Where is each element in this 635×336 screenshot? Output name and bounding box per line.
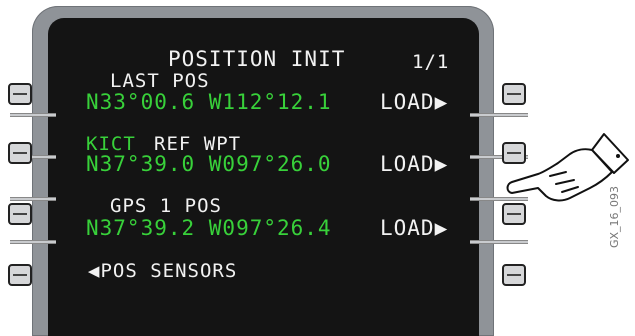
- left-line-select-key-1[interactable]: [8, 83, 32, 105]
- load-prompt-2[interactable]: LOAD▶: [380, 154, 448, 175]
- right-arrow-icon: ▶: [434, 152, 449, 176]
- load-prompt-3[interactable]: LOAD▶: [380, 218, 448, 239]
- left-line-select-key-2[interactable]: [8, 142, 32, 164]
- right-line-select-key-3[interactable]: [502, 203, 526, 225]
- right-arrow-icon: ▶: [434, 90, 449, 114]
- left-key-divider: [10, 240, 56, 244]
- page-indicator: 1/1: [412, 51, 450, 73]
- left-line-select-key-3[interactable]: [8, 203, 32, 225]
- left-arrow-icon: ◀: [88, 260, 101, 282]
- left-key-divider: [10, 197, 56, 201]
- figure-id: GX_16_093: [608, 185, 621, 248]
- pos-sensors-prompt[interactable]: ◀POS SENSORS: [88, 262, 237, 281]
- row-value-gps-pos: N37°39.2 W097°26.4: [86, 216, 332, 240]
- page-title: POSITION INIT: [168, 47, 346, 71]
- left-line-select-key-4[interactable]: [8, 264, 32, 286]
- row-value-last-pos: N33°00.6 W112°12.1: [86, 90, 332, 114]
- right-line-select-key-4[interactable]: [502, 264, 526, 286]
- right-arrow-icon: ▶: [434, 216, 449, 240]
- row-label-last-pos: LAST POS: [110, 70, 210, 92]
- row-label-gps-pos: GPS 1 POS: [110, 195, 222, 217]
- right-key-divider: [470, 240, 528, 244]
- row-value-ref-wpt: N37°39.0 W097°26.0: [86, 152, 332, 176]
- load-prompt-1[interactable]: LOAD▶: [380, 92, 448, 113]
- right-key-divider: [470, 113, 528, 117]
- left-key-divider: [10, 113, 56, 117]
- right-line-select-key-1[interactable]: [502, 83, 526, 105]
